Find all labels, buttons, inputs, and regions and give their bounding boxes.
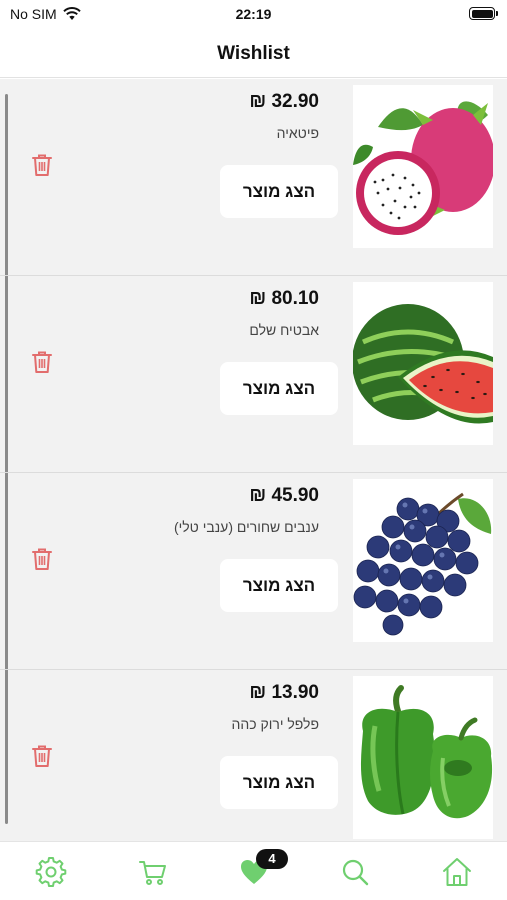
product-image[interactable]: [353, 676, 493, 839]
view-product-button[interactable]: הצג מוצר: [220, 559, 338, 612]
product-price: 80.10 ₪: [249, 288, 319, 309]
battery-icon: [469, 7, 498, 20]
wishlist-item: 13.90 ₪ פלפל ירוק כהה הצג מוצר: [0, 670, 507, 841]
tab-bar: 4: [0, 841, 507, 900]
black-grapes-image: [353, 479, 493, 642]
tab-settings[interactable]: [35, 856, 67, 888]
trash-icon[interactable]: [31, 744, 53, 768]
status-bar: No SIM 22:19: [0, 0, 507, 30]
product-name: פיטאיה: [276, 125, 319, 141]
view-product-button[interactable]: הצג מוצר: [220, 362, 338, 415]
wishlist-item: 80.10 ₪ אבטיח שלם הצג מוצר: [0, 276, 507, 473]
navigation-bar: Wishlist: [0, 30, 507, 78]
tab-search[interactable]: [339, 856, 371, 888]
wishlist-item: 45.90 ₪ ענבים שחורים (ענבי טלי) הצג מוצר: [0, 473, 507, 670]
product-price: 45.90 ₪: [249, 485, 319, 506]
page-title: Wishlist: [217, 42, 290, 64]
clock: 22:19: [235, 6, 272, 22]
cart-icon: [139, 861, 166, 885]
trash-icon[interactable]: [31, 350, 53, 374]
dragon-fruit-image: [353, 85, 493, 248]
product-name: פלפל ירוק כהה: [231, 716, 319, 732]
search-icon: [342, 859, 369, 886]
product-image[interactable]: [353, 282, 493, 445]
product-price: 13.90 ₪: [249, 682, 319, 703]
trash-icon[interactable]: [31, 153, 53, 177]
product-image[interactable]: [353, 85, 493, 248]
tab-cart[interactable]: [137, 856, 169, 888]
product-name: ענבים שחורים (ענבי טלי): [173, 519, 319, 535]
green-pepper-image: [353, 676, 493, 839]
view-product-button[interactable]: הצג מוצר: [220, 165, 338, 218]
product-name: אבטיח שלם: [249, 322, 319, 338]
home-icon: [443, 858, 471, 886]
wishlist-count-badge: 4: [256, 849, 288, 869]
trash-icon[interactable]: [31, 547, 53, 571]
tab-home[interactable]: [441, 856, 473, 888]
product-image[interactable]: [353, 479, 493, 642]
watermelon-image: [353, 282, 493, 445]
gear-icon: [35, 857, 67, 887]
view-product-button[interactable]: הצג מוצר: [220, 756, 338, 809]
wishlist-item: 32.90 ₪ פיטאיה הצג מוצר: [0, 79, 507, 276]
wishlist-list[interactable]: 32.90 ₪ פיטאיה הצג מוצר 80.10 ₪ אבטיח של…: [0, 79, 507, 841]
product-price: 32.90 ₪: [249, 91, 319, 112]
